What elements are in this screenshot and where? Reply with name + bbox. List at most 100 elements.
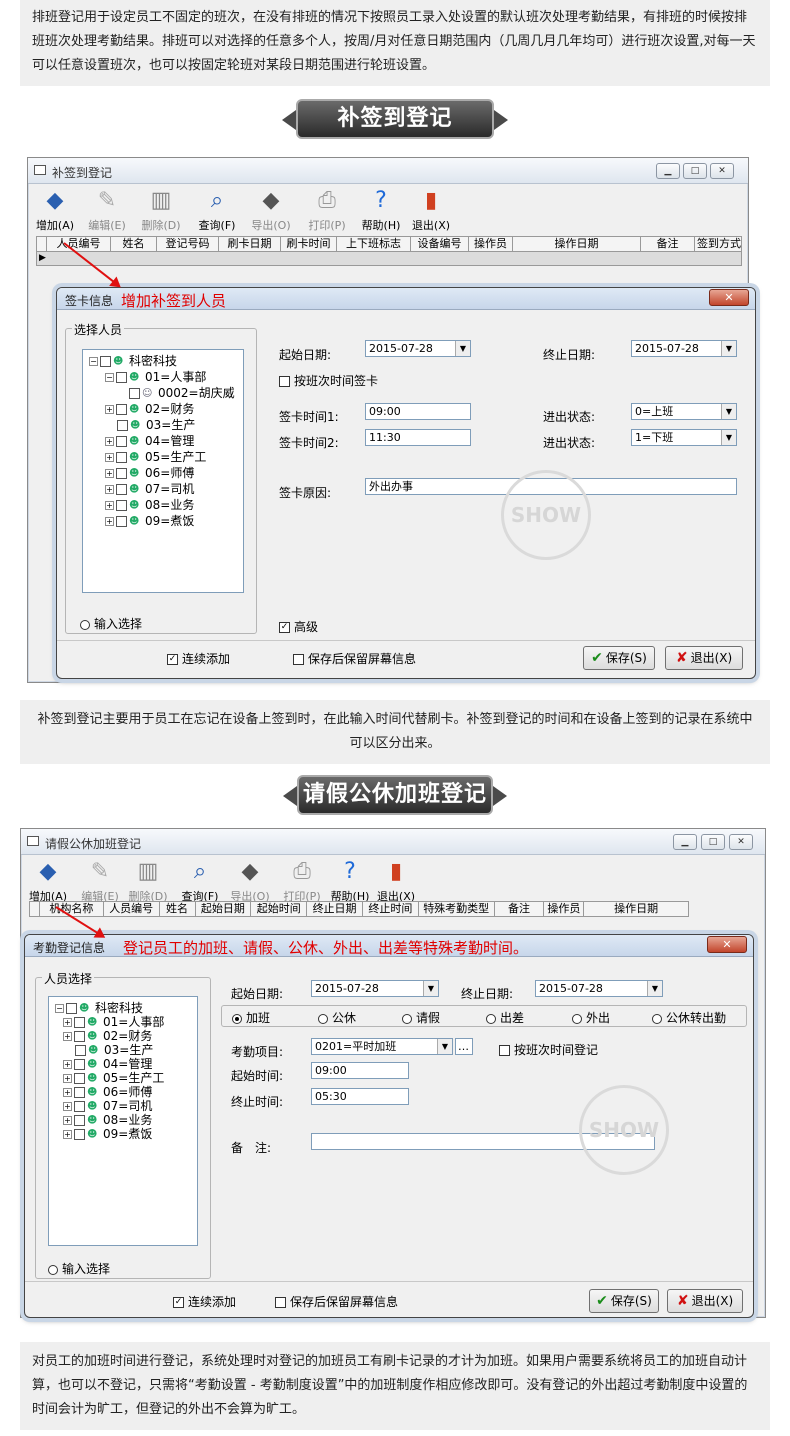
tree-node[interactable]: + ☻ 07=司机 bbox=[63, 1099, 152, 1114]
delete-button[interactable]: ▥ 删除(D) bbox=[125, 858, 171, 904]
type-radio-rest[interactable]: 公休 bbox=[318, 1009, 356, 1026]
column-header[interactable]: 操作员 bbox=[544, 902, 585, 916]
tree-node[interactable]: + ☻ 02=财务 bbox=[105, 402, 194, 417]
column-header[interactable]: 登记号码 bbox=[157, 237, 219, 251]
save-button[interactable]: ✔ 保存(S) bbox=[583, 646, 655, 670]
column-header[interactable]: 姓名 bbox=[111, 237, 157, 251]
attendance-item-select[interactable]: 0201=平时加班 ▼ bbox=[311, 1038, 453, 1055]
minimize-button[interactable]: ▁ bbox=[656, 163, 680, 179]
add-button[interactable]: ◆ 增加(A) bbox=[25, 858, 71, 904]
item-browse-button[interactable]: … bbox=[455, 1038, 473, 1055]
tree-node[interactable]: ☻ 03=生产 bbox=[75, 1043, 153, 1058]
maximize-button[interactable]: □ bbox=[683, 163, 707, 179]
tree-node[interactable]: + ☻ 06=师傅 bbox=[63, 1085, 152, 1100]
end-date-field[interactable]: 2015-07-28 ▼ bbox=[631, 340, 737, 357]
column-header[interactable]: 操作员 bbox=[469, 237, 513, 251]
minimize-button[interactable]: ▁ bbox=[673, 834, 697, 850]
dialog-close-button[interactable]: ✕ bbox=[707, 936, 747, 953]
close-button[interactable]: ✕ bbox=[710, 163, 734, 179]
print-button[interactable]: ⎙ 打印(P) bbox=[304, 187, 350, 233]
column-header[interactable]: 姓名 bbox=[160, 902, 196, 916]
close-button[interactable]: ✕ bbox=[729, 834, 753, 850]
column-header[interactable]: 特殊考勤类型 bbox=[419, 902, 495, 916]
export-button[interactable]: ◆ 导出(O) bbox=[248, 187, 294, 233]
type-radio-rest-to-work[interactable]: 公休转出勤 bbox=[652, 1009, 726, 1026]
tree-node[interactable]: + ☻ 08=业务 bbox=[105, 498, 194, 513]
column-header[interactable]: 起始时间 bbox=[251, 902, 308, 916]
tree-node[interactable]: + ☻ 04=管理 bbox=[63, 1057, 152, 1072]
tree-node[interactable]: + ☻ 02=财务 bbox=[63, 1029, 152, 1044]
dropdown-arrow-icon[interactable]: ▼ bbox=[437, 1039, 452, 1054]
input-select-radio[interactable]: 输入选择 bbox=[80, 615, 142, 632]
help-button[interactable]: ? 帮助(H) bbox=[327, 858, 373, 904]
column-header[interactable]: 起始日期 bbox=[196, 902, 252, 916]
by-shift-checkbox[interactable]: 按班次时间登记 bbox=[499, 1041, 598, 1058]
tree-node[interactable]: + ☻ 09=煮饭 bbox=[63, 1127, 152, 1142]
tree-node[interactable]: + ☻ 05=生产工 bbox=[63, 1071, 164, 1086]
column-header[interactable]: 操作日期 bbox=[584, 902, 688, 916]
delete-button[interactable]: ▥ 删除(D) bbox=[138, 187, 184, 233]
column-header[interactable]: 刷卡日期 bbox=[219, 237, 281, 251]
table-row[interactable]: ▶ bbox=[36, 252, 742, 266]
type-radio-business-trip[interactable]: 出差 bbox=[486, 1009, 524, 1026]
help-button[interactable]: ? 帮助(H) bbox=[358, 187, 404, 233]
department-tree[interactable]: − ☻ 科密科技 + ☻ 01=人事部 + ☻ 02=财务 ☻ 03=生产 + ☻ 04=管理 +… bbox=[48, 996, 198, 1246]
inout2-select[interactable]: 1=下班 ▼ bbox=[631, 429, 737, 446]
column-header[interactable]: 终止日期 bbox=[307, 902, 363, 916]
keep-info-checkbox[interactable]: 保存后保留屏幕信息 bbox=[293, 650, 416, 667]
dropdown-arrow-icon[interactable]: ▼ bbox=[721, 341, 736, 356]
start-date-field[interactable]: 2015-07-28 ▼ bbox=[311, 980, 439, 997]
column-header[interactable]: 设备编号 bbox=[411, 237, 469, 251]
type-radio-outing[interactable]: 外出 bbox=[572, 1009, 610, 1026]
tree-node[interactable]: + ☻ 09=煮饭 bbox=[105, 514, 194, 529]
exit-dialog-button[interactable]: ✘ 退出(X) bbox=[667, 1289, 743, 1313]
add-button[interactable]: ◆ 增加(A) bbox=[32, 187, 78, 233]
exit-button[interactable]: ▮ 退出(X) bbox=[373, 858, 419, 904]
tree-node[interactable]: + ☻ 05=生产工 bbox=[105, 450, 206, 465]
end-time-field[interactable]: 05:30 bbox=[311, 1088, 409, 1105]
exit-button[interactable]: ▮ 退出(X) bbox=[408, 187, 454, 233]
column-header[interactable]: 备注 bbox=[495, 902, 545, 916]
tree-node[interactable]: ☻ 03=生产 bbox=[117, 418, 195, 433]
tree-node[interactable]: + ☻ 04=管理 bbox=[105, 434, 194, 449]
query-button[interactable]: ⌕ 查询(F) bbox=[177, 858, 223, 904]
dropdown-arrow-icon[interactable]: ▼ bbox=[423, 981, 438, 996]
by-shift-checkbox[interactable]: 按班次时间签卡 bbox=[279, 372, 378, 389]
dropdown-arrow-icon[interactable]: ▼ bbox=[455, 341, 470, 356]
continuous-add-checkbox[interactable]: ✓ 连续添加 bbox=[173, 1293, 236, 1310]
dropdown-arrow-icon[interactable]: ▼ bbox=[721, 404, 736, 419]
tree-node[interactable]: + ☻ 01=人事部 bbox=[63, 1015, 164, 1030]
continuous-add-checkbox[interactable]: ✓ 连续添加 bbox=[167, 650, 230, 667]
save-button[interactable]: ✔ 保存(S) bbox=[589, 1289, 659, 1313]
dialog-close-button[interactable]: ✕ bbox=[709, 289, 749, 306]
input-select-radio[interactable]: 输入选择 bbox=[48, 1260, 110, 1277]
dropdown-arrow-icon[interactable]: ▼ bbox=[721, 430, 736, 445]
edit-button[interactable]: ✎ 编辑(E) bbox=[84, 187, 130, 233]
end-date-field[interactable]: 2015-07-28 ▼ bbox=[535, 980, 663, 997]
column-header[interactable]: 终止时间 bbox=[363, 902, 419, 916]
tree-node[interactable]: − ☻ 科密科技 bbox=[55, 1001, 143, 1016]
type-radio-leave[interactable]: 请假 bbox=[402, 1009, 440, 1026]
inout1-select[interactable]: 0=上班 ▼ bbox=[631, 403, 737, 420]
advanced-checkbox[interactable]: ✓ 高级 bbox=[279, 618, 318, 635]
tree-node[interactable]: − ☻ 科密科技 bbox=[89, 354, 177, 369]
time1-field[interactable]: 09:00 bbox=[365, 403, 471, 420]
dropdown-arrow-icon[interactable]: ▼ bbox=[647, 981, 662, 996]
column-header[interactable]: 操作日期 bbox=[513, 237, 641, 251]
maximize-button[interactable]: □ bbox=[701, 834, 725, 850]
query-button[interactable]: ⌕ 查询(F) bbox=[194, 187, 240, 233]
edit-button[interactable]: ✎ 编辑(E) bbox=[77, 858, 123, 904]
type-radio-overtime[interactable]: 加班 bbox=[232, 1009, 270, 1026]
column-header[interactable]: 签到方式 bbox=[695, 237, 741, 251]
print-button[interactable]: ⎙ 打印(P) bbox=[279, 858, 325, 904]
export-button[interactable]: ◆ 导出(O) bbox=[227, 858, 273, 904]
column-header[interactable]: 刷卡时间 bbox=[281, 237, 337, 251]
tree-node[interactable]: − ☻ 01=人事部 bbox=[105, 370, 206, 385]
column-header[interactable]: 机构名称 bbox=[40, 902, 104, 916]
tree-node[interactable]: ☺ 0002=胡庆威 bbox=[129, 386, 235, 401]
tree-node[interactable]: + ☻ 06=师傅 bbox=[105, 466, 194, 481]
column-header[interactable]: 人员编号 bbox=[47, 237, 111, 251]
start-time-field[interactable]: 09:00 bbox=[311, 1062, 409, 1079]
start-date-field[interactable]: 2015-07-28 ▼ bbox=[365, 340, 471, 357]
department-tree[interactable]: − ☻ 科密科技 − ☻ 01=人事部 ☺ 0002=胡庆威 + ☻ 02=财务 ☻ 03=生产… bbox=[82, 349, 244, 593]
